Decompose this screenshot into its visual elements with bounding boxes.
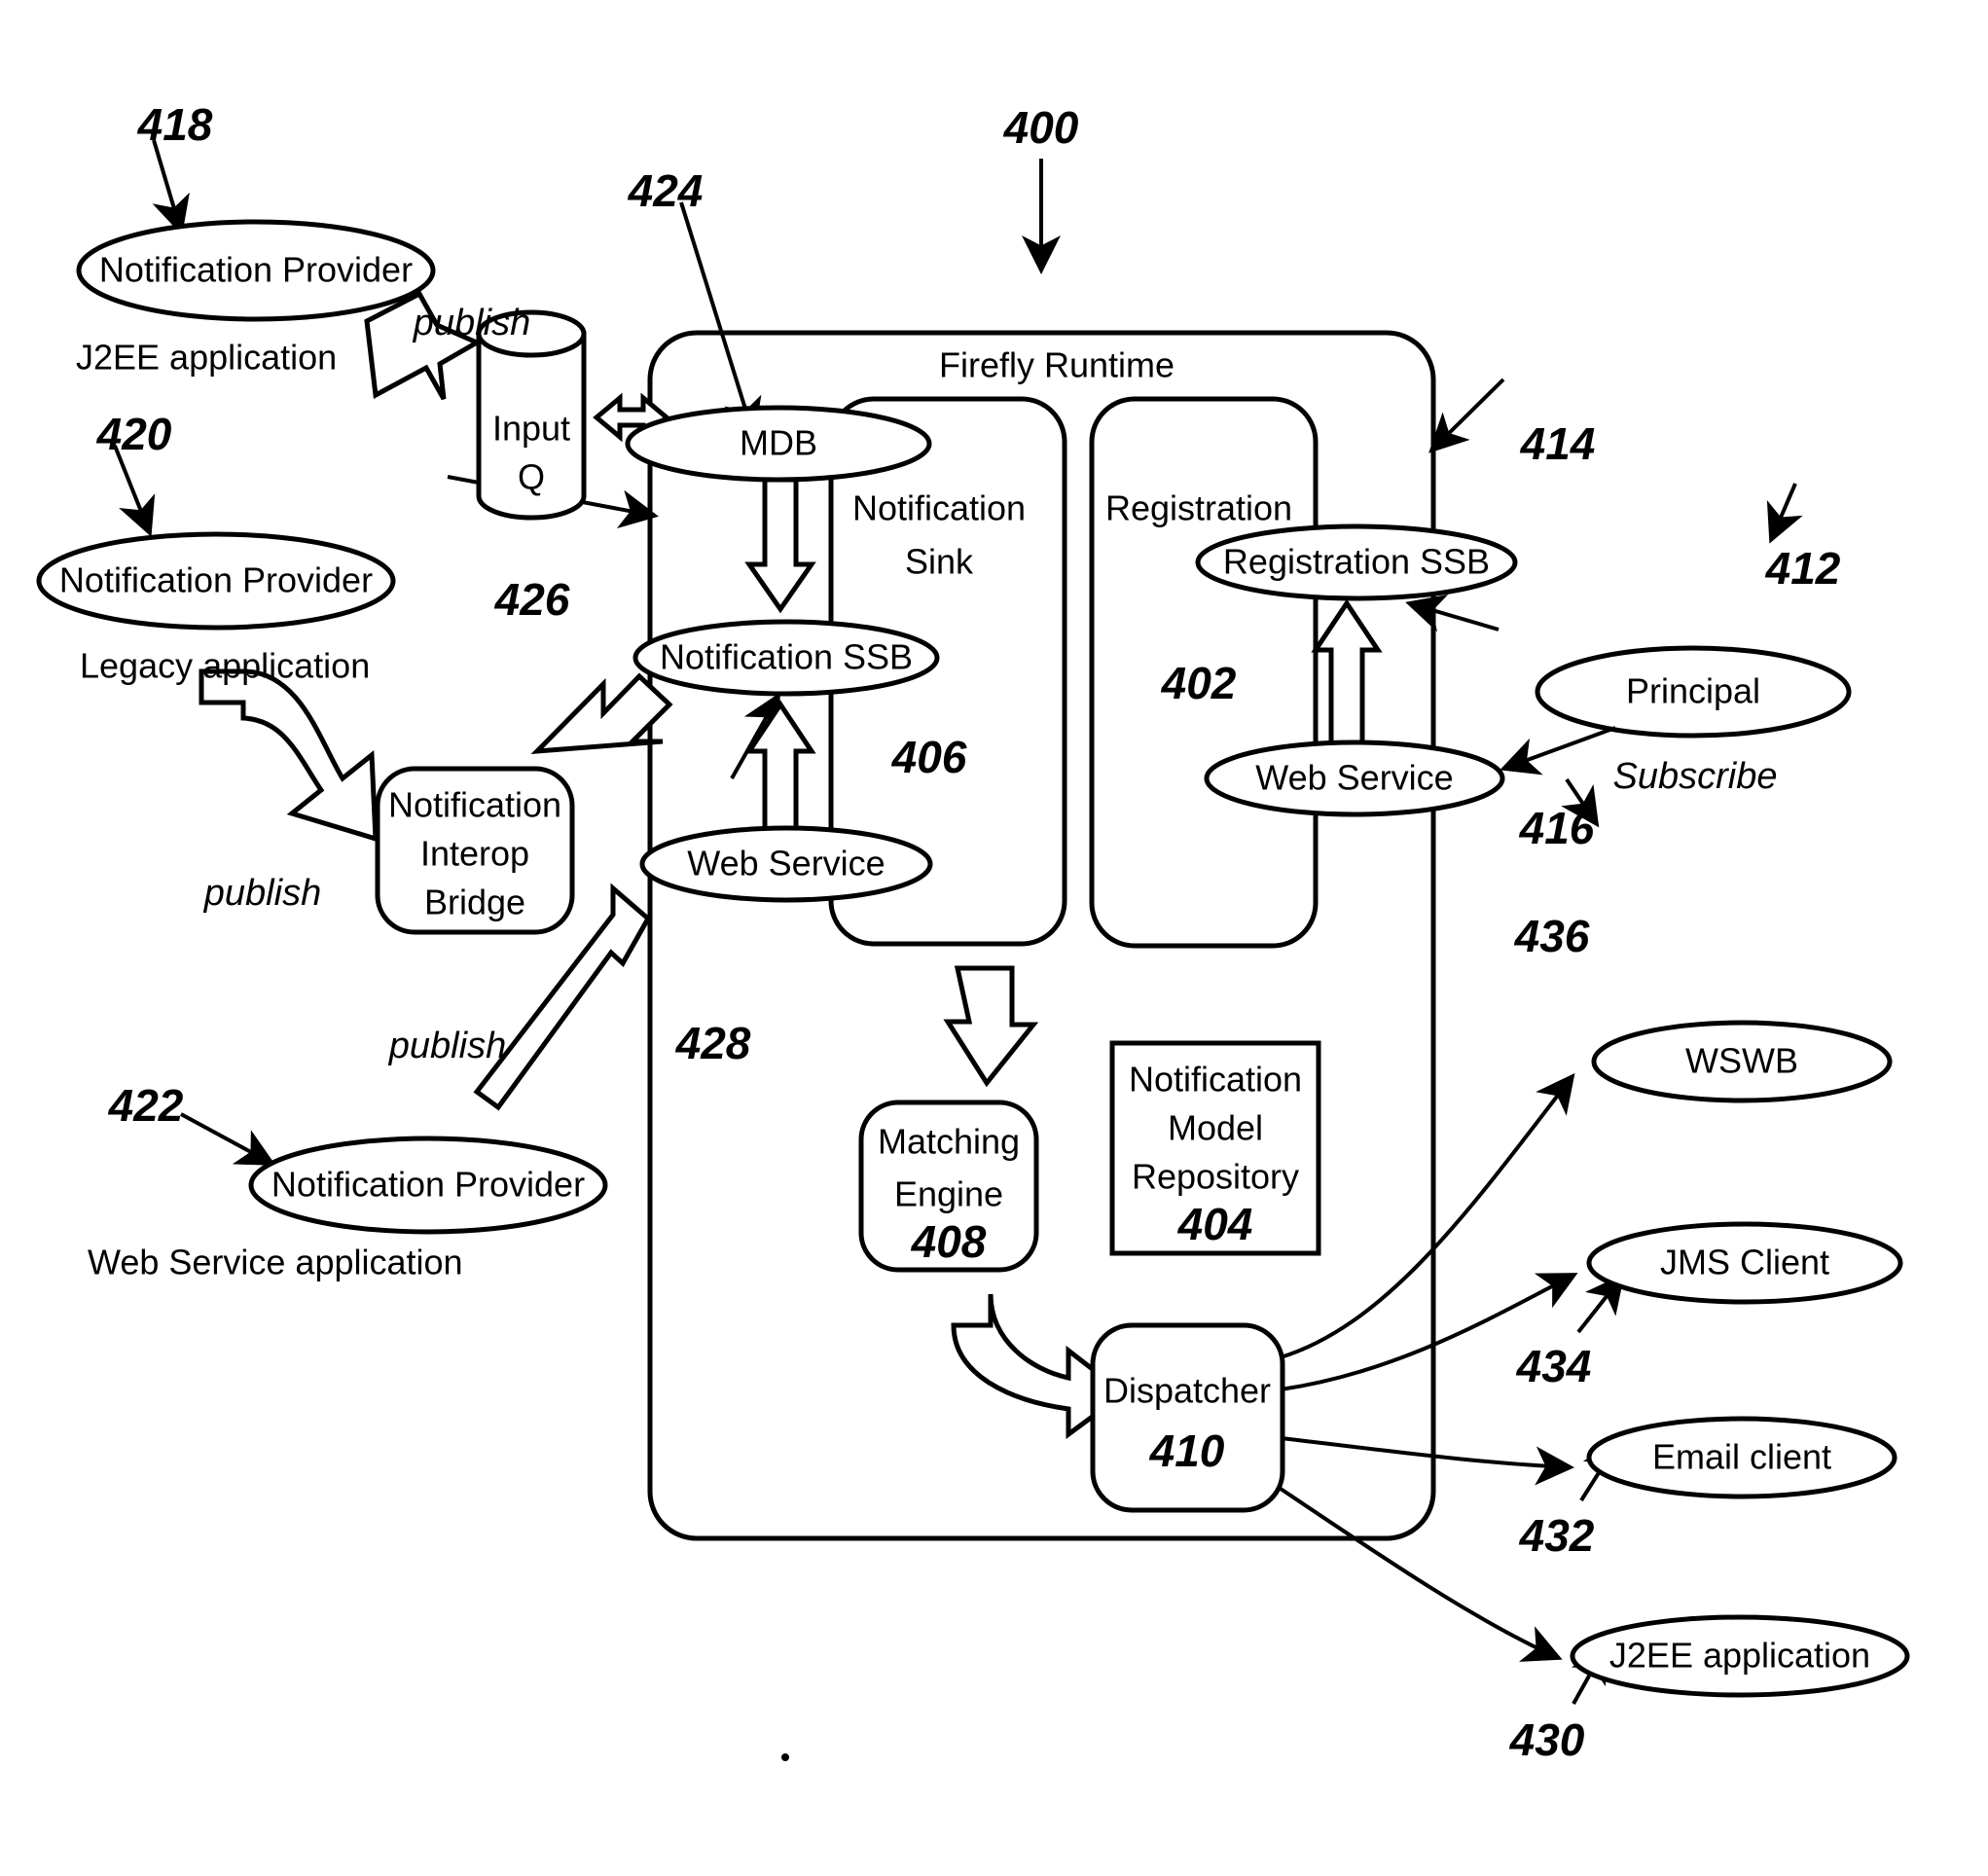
notification-ssb-label: Notification SSB: [660, 637, 913, 677]
ref-428-label: 428: [675, 1018, 751, 1068]
matching-engine-line1: Matching: [878, 1122, 1020, 1162]
firefly-runtime-title: Firefly Runtime: [939, 345, 1175, 385]
email-client-label: Email client: [1652, 1437, 1831, 1477]
ref-432-label: 432: [1519, 1510, 1595, 1561]
ref-424-label: 424: [628, 165, 704, 216]
diagram-svg: 418 400 424 420 426 406 402 414 412 416 …: [36, 99, 1910, 1765]
principal-label: Principal: [1626, 671, 1760, 711]
ref-436-label: 436: [1514, 911, 1590, 961]
interop-bridge-to-ssb-arrow: [530, 672, 673, 755]
model-repository-line2: Model: [1168, 1108, 1263, 1148]
dispatcher-box[interactable]: [1090, 1322, 1285, 1513]
model-repository-line3: Repository: [1132, 1157, 1299, 1197]
ref-408-label: 408: [911, 1216, 987, 1267]
ref-414-label: 414: [1520, 418, 1596, 469]
interop-bridge-line3: Bridge: [424, 883, 525, 922]
registration-web-service-label: Web Service: [1255, 758, 1453, 798]
publish-arrow-420: [199, 668, 379, 843]
registration-ssb-label: Registration SSB: [1223, 542, 1490, 582]
dispatcher-label: Dispatcher: [1103, 1371, 1271, 1411]
notification-sink-line1: Notification: [852, 488, 1026, 528]
interop-bridge-line2: Interop: [420, 834, 529, 874]
ref-430-label: 430: [1509, 1714, 1585, 1765]
ref-402-label: 402: [1161, 658, 1237, 708]
notification-provider-422-label: Notification Provider: [271, 1165, 585, 1205]
ref-412-label: 412: [1765, 543, 1841, 594]
ref-404-label: 404: [1177, 1199, 1253, 1249]
interop-bridge-line1: Notification: [388, 785, 561, 825]
publish-label-418: publish: [413, 303, 530, 343]
input-queue-label-line2: Q: [518, 457, 545, 497]
ref-412-leader: [1766, 483, 1803, 544]
ref-416-label: 416: [1519, 803, 1595, 853]
ref-434-label: 434: [1516, 1341, 1592, 1391]
subscribe-edge: [1500, 726, 1616, 776]
ref-418-label: 418: [137, 99, 213, 150]
matching-engine-line2: Engine: [894, 1174, 1003, 1214]
mdb-label: MDB: [740, 423, 817, 463]
input-queue-label-line1: Input: [492, 409, 570, 449]
j2ee-consumer-label: J2EE application: [1609, 1636, 1870, 1676]
sink-web-service-label: Web Service: [687, 844, 885, 884]
ref-420-label: 420: [96, 409, 172, 459]
publish-label-422: publish: [388, 1026, 506, 1066]
j2ee-application-caption: J2EE application: [76, 338, 337, 378]
wswb-label: WSWB: [1685, 1041, 1798, 1081]
ref-422-leader: [180, 1112, 276, 1166]
subscribe-label: Subscribe: [1613, 756, 1778, 797]
jms-client-label: JMS Client: [1660, 1243, 1829, 1282]
ref-426-label: 426: [494, 574, 570, 625]
registration-title: Registration: [1105, 488, 1292, 528]
notification-provider-420-label: Notification Provider: [59, 560, 373, 600]
notification-sink-line2: Sink: [905, 542, 974, 582]
web-service-application-caption: Web Service application: [88, 1243, 463, 1282]
legacy-application-caption: Legacy application: [80, 646, 370, 686]
ref-418-leader: [152, 139, 190, 235]
publish-label-420: publish: [203, 873, 321, 914]
ref-400-label: 400: [1003, 102, 1079, 153]
ref-414-leader: [1428, 378, 1505, 453]
ref-410-label: 410: [1149, 1425, 1225, 1476]
ref-422-label: 422: [108, 1080, 184, 1131]
patent-figure-canvas: 418 400 424 420 426 406 402 414 412 416 …: [0, 0, 1988, 1876]
page-dot: [781, 1753, 789, 1761]
notification-provider-418-label: Notification Provider: [99, 250, 413, 290]
model-repository-line1: Notification: [1129, 1060, 1302, 1100]
ref-406-label: 406: [891, 732, 967, 782]
